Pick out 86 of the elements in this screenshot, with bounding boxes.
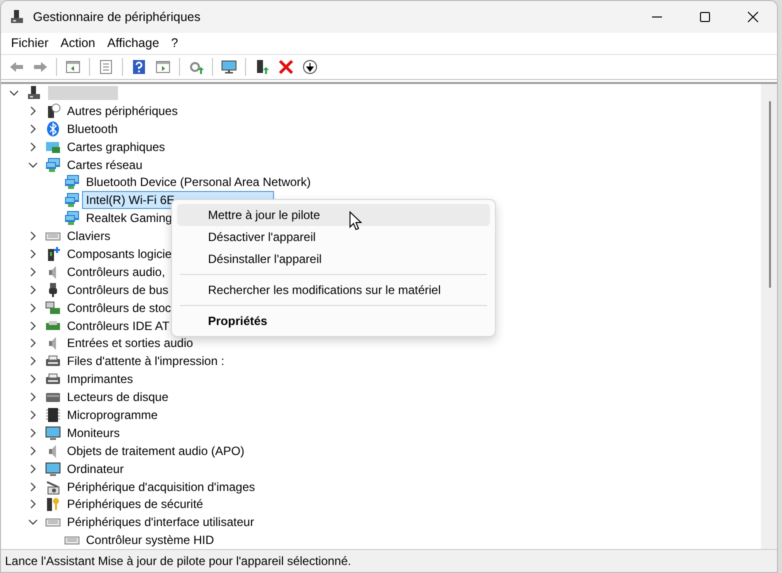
expand-chevron-icon[interactable] (28, 124, 38, 134)
tree-item[interactable]: Bluetooth Device (Personal Area Network) (82, 173, 315, 192)
menu-item[interactable]: Propriétés (177, 310, 490, 332)
expand-chevron-icon[interactable] (28, 464, 38, 474)
collapse-chevron-icon[interactable] (9, 88, 19, 98)
expand-chevron-icon[interactable] (28, 428, 38, 438)
computer-icon (26, 84, 42, 101)
tree-item[interactable]: Contrôleurs de bus (63, 280, 172, 299)
status-text: Lance l'Assistant Mise à jour de pilote pour l'appareil sélectionné. (5, 553, 352, 570)
bluetooth-icon (45, 120, 61, 137)
expand-chevron-icon[interactable] (28, 320, 38, 331)
menu-item[interactable]: Mettre à jour le pilote (177, 204, 490, 226)
expand-chevron-icon[interactable] (28, 374, 38, 384)
chip-icon (45, 406, 61, 423)
expand-chevron-icon[interactable] (28, 231, 38, 242)
computer-icon (9, 9, 25, 25)
expand-chevron-icon[interactable] (28, 392, 38, 402)
tree-item[interactable]: Contrôleurs audio, (63, 262, 170, 281)
key-icon (45, 496, 61, 512)
tree-item[interactable]: Lecteurs de disque (63, 388, 172, 406)
menu-item[interactable]: Désinstaller l'appareil (177, 248, 490, 270)
expand-chevron-icon[interactable] (28, 302, 38, 313)
tree-item[interactable]: Microprogramme (63, 406, 162, 424)
menu-item[interactable]: Désactiver l'appareil (177, 226, 490, 248)
monitor-icon (45, 460, 61, 477)
tree-item[interactable]: Périphériques de sécurité (63, 495, 208, 514)
window-icon (155, 59, 171, 75)
expand-chevron-icon[interactable] (28, 482, 38, 492)
menu-item[interactable]: Fichier (5, 34, 55, 53)
tree-item[interactable]: Claviers (63, 227, 114, 246)
tree-item[interactable]: Périphériques d'interface utilisateur (63, 513, 258, 532)
tree-item[interactable]: Moniteurs (63, 424, 124, 442)
window-title: Gestionnaire de périphériques (33, 8, 200, 26)
tree-item[interactable]: Bluetooth (63, 120, 122, 138)
storage-controller-icon (45, 300, 61, 316)
menu-item[interactable]: Affichage (101, 34, 166, 53)
monitor-icon (45, 424, 61, 441)
tree-item[interactable]: Objets de traitement audio (APO) (63, 442, 248, 460)
cursor-icon (349, 211, 362, 231)
help-icon (131, 59, 147, 75)
blurred-name (48, 86, 118, 100)
tree-item[interactable]: Cartes graphiques (63, 138, 170, 156)
close-icon (747, 11, 759, 23)
expand-chevron-icon[interactable] (28, 142, 38, 152)
download-icon (302, 59, 318, 75)
maximize-icon (699, 11, 711, 23)
network-icon (64, 192, 80, 208)
tree-item[interactable]: Files d'attente à l'impression : (63, 352, 228, 370)
menu-item[interactable]: Action (54, 34, 102, 53)
expand-chevron-icon[interactable] (28, 338, 38, 348)
camera-icon (45, 478, 61, 495)
device-icon (45, 102, 61, 119)
expand-chevron-icon[interactable] (28, 248, 38, 259)
tree-item[interactable]: Cartes réseau (63, 156, 146, 174)
software-icon (45, 246, 61, 262)
expand-chevron-icon[interactable] (28, 106, 38, 116)
tree-item[interactable]: Ordinateur (63, 460, 128, 478)
tree-item[interactable]: Contrôleur système HID (82, 531, 218, 549)
tree-item[interactable]: Périphérique d'acquisition d'images (63, 478, 260, 496)
network-icon (64, 210, 80, 226)
network-icon (45, 156, 61, 172)
collapse-chevron-icon[interactable] (28, 517, 38, 528)
network-icon (64, 174, 80, 190)
tree-item[interactable]: Entrées et sorties audio (63, 334, 198, 352)
expand-chevron-icon[interactable] (28, 266, 38, 277)
menu-item[interactable]: Rechercher les modifications sur le matériel (177, 279, 490, 301)
tree-item[interactable]: Contrôleurs IDE AT (63, 316, 174, 335)
tree-item[interactable]: Autres périphériques (63, 102, 182, 120)
tree-item[interactable]: Imprimantes (63, 370, 138, 388)
tree-item[interactable]: Contrôleurs de stoc (63, 298, 176, 317)
driver-update-icon (254, 59, 270, 75)
scrollbar[interactable] (761, 84, 777, 549)
remove-icon (278, 59, 294, 75)
expand-chevron-icon[interactable] (28, 410, 38, 420)
collapse-chevron-icon[interactable] (28, 160, 38, 170)
forward-arrow-icon (32, 59, 48, 75)
tree-item[interactable]: Composants logicie (63, 244, 176, 263)
menu-item[interactable]: ? (165, 34, 184, 53)
window-icon (65, 59, 81, 75)
properties-icon (98, 59, 114, 75)
expand-chevron-icon[interactable] (28, 356, 38, 366)
monitor-icon (221, 59, 237, 75)
expand-chevron-icon[interactable] (28, 284, 38, 295)
expand-chevron-icon[interactable] (28, 446, 38, 456)
back-arrow-icon (8, 59, 24, 75)
expand-chevron-icon[interactable] (28, 499, 38, 510)
